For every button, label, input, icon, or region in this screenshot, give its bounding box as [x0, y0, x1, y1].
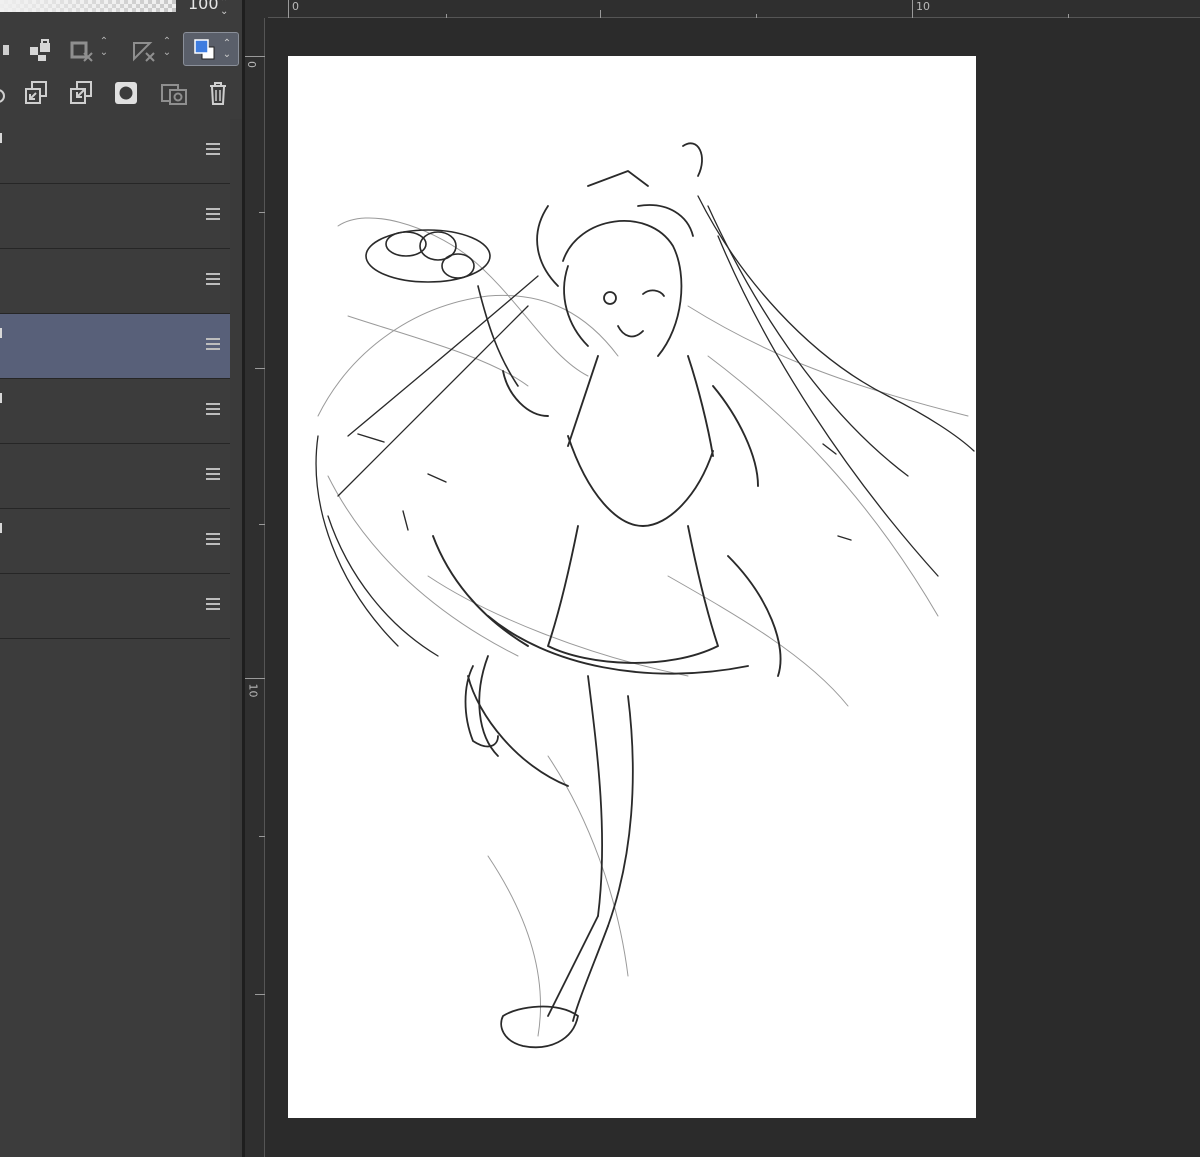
- layer-color-icon[interactable]: ⌃ ⌄: [183, 32, 239, 66]
- layer-row[interactable]: [0, 574, 230, 639]
- opacity-spinner[interactable]: ⌃ ⌄: [220, 0, 228, 17]
- horizontal-ruler: 0 10: [268, 0, 1200, 18]
- layer-property-toolbar: ⌃ ⌄ ⌃ ⌄ ⌃ ⌄: [0, 30, 242, 70]
- lock-transparent-pixels-icon[interactable]: [22, 33, 58, 67]
- layer-mask-icon[interactable]: [108, 76, 144, 110]
- clip-to-layer-below-icon[interactable]: [64, 33, 100, 67]
- ruler-label: 0: [245, 61, 258, 68]
- ruler-label: 10: [916, 0, 930, 13]
- layer-action-toolbar: [0, 74, 242, 114]
- layer-row-selected[interactable]: [0, 314, 230, 379]
- layer-list: [0, 119, 230, 639]
- reference-layer-icon[interactable]: [126, 33, 162, 67]
- layer-visibility-edge[interactable]: [0, 523, 2, 533]
- layer-panel: 100 ⌃ ⌄ ⌃ ⌄ ⌃ ⌄ ⌃ ⌄: [0, 0, 242, 1157]
- layer-menu-icon[interactable]: [206, 338, 220, 350]
- layer-row[interactable]: [0, 444, 230, 509]
- layer-panel-scrollbar[interactable]: [230, 119, 242, 1157]
- opacity-value-field[interactable]: 100: [188, 0, 219, 13]
- transfer-to-lower-layer-icon[interactable]: [18, 76, 54, 110]
- layer-menu-icon[interactable]: [206, 468, 220, 480]
- layer-row[interactable]: [0, 249, 230, 314]
- ruler-label: 0: [292, 0, 299, 13]
- layer-visibility-edge[interactable]: [0, 328, 2, 338]
- vertical-ruler: 0 10: [245, 18, 265, 1157]
- new-layer-icon[interactable]: [0, 76, 18, 110]
- clip-spinner[interactable]: ⌃ ⌄: [97, 36, 111, 58]
- layer-visibility-edge[interactable]: [0, 393, 2, 403]
- layer-row[interactable]: [0, 509, 230, 574]
- layer-row[interactable]: [0, 379, 230, 444]
- layer-menu-icon[interactable]: [206, 598, 220, 610]
- partial-icon[interactable]: [0, 33, 22, 67]
- layer-visibility-edge[interactable]: [0, 133, 2, 143]
- layer-menu-icon[interactable]: [206, 533, 220, 545]
- opacity-row: 100 ⌃ ⌄: [0, 0, 242, 26]
- layer-menu-icon[interactable]: [206, 403, 220, 415]
- ruler-corner: [245, 0, 268, 18]
- layer-menu-icon[interactable]: [206, 143, 220, 155]
- ruler-label: 10: [246, 683, 260, 698]
- sketch-drawing: [315, 142, 975, 1049]
- layer-row[interactable]: [0, 119, 230, 184]
- reference-spinner[interactable]: ⌃ ⌄: [160, 36, 174, 58]
- layer-menu-icon[interactable]: [206, 273, 220, 285]
- layer-menu-icon[interactable]: [206, 208, 220, 220]
- opacity-slider[interactable]: [0, 0, 176, 12]
- combine-to-layer-below-icon[interactable]: [63, 76, 99, 110]
- apply-mask-icon[interactable]: [155, 76, 191, 110]
- trash-icon[interactable]: [200, 76, 236, 110]
- canvas-paper[interactable]: [288, 56, 976, 1118]
- layer-row[interactable]: [0, 184, 230, 249]
